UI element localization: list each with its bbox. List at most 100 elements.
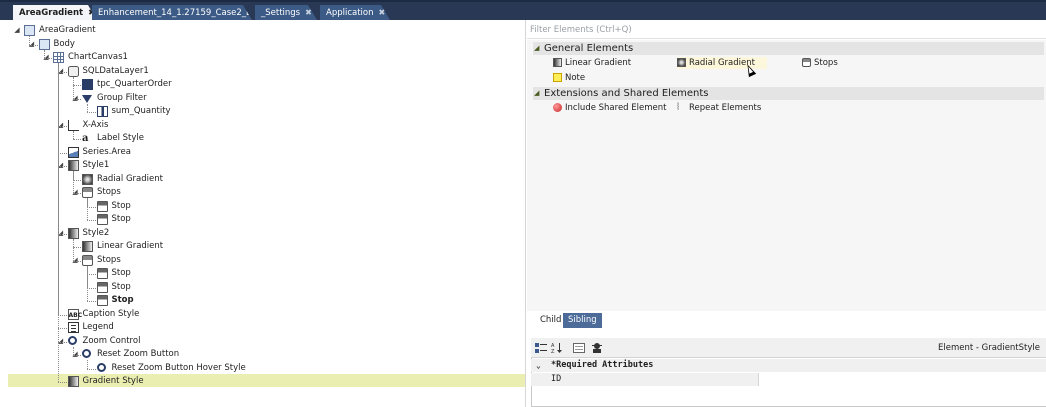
document-tab-strip: AreaGradient ✖ Enhancement_14_1.27159_Cas… xyxy=(0,0,1046,20)
label-icon: a xyxy=(82,133,89,144)
column-icon xyxy=(96,106,108,117)
tree-node-label: ChartCanvas1 xyxy=(68,52,128,62)
tree-connector-line xyxy=(87,274,96,275)
close-icon[interactable]: ✖ xyxy=(305,5,312,20)
tree-connector-line xyxy=(72,130,74,139)
alphabetical-sort-icon[interactable]: AZ xyxy=(551,342,563,355)
tree-connector-line xyxy=(87,112,96,113)
include-shared-element-icon xyxy=(553,103,562,112)
tree-connector-line xyxy=(87,198,88,220)
palette-item-linear-gradient[interactable]: Linear Gradient xyxy=(553,57,653,69)
radial-gradient-icon xyxy=(677,58,686,67)
tree-connector-line xyxy=(87,103,88,112)
wizard-icon[interactable] xyxy=(591,342,603,354)
tree-connector-line xyxy=(58,382,67,383)
palette-item-include-shared-element[interactable]: Include Shared Element xyxy=(553,102,666,114)
tree-connector-line xyxy=(58,233,67,235)
id-value-field[interactable] xyxy=(758,373,1046,386)
zoom-icon xyxy=(67,335,77,345)
tree-node-label: Style2 xyxy=(82,227,110,238)
palette-item-note[interactable]: Note xyxy=(553,72,603,84)
datasource-icon xyxy=(82,79,93,90)
group-header-extensions[interactable]: ◢ Extensions and Shared Elements xyxy=(533,87,1044,100)
linear-gradient-icon xyxy=(553,58,562,67)
filter-elements-input[interactable]: Filter Elements (Ctrl+Q) xyxy=(527,21,1046,39)
property-row-id: ID xyxy=(531,373,1046,386)
tree-connector-line xyxy=(43,49,45,58)
tab-child[interactable]: Child xyxy=(535,313,567,328)
grid-icon xyxy=(53,52,64,63)
required-attributes-section[interactable]: ⌄ *Required Attributes xyxy=(531,359,1046,372)
tab-settings[interactable]: _Settings ✖ xyxy=(255,5,317,20)
chevron-down-icon: ⌄ xyxy=(536,361,541,370)
tree-node-label: Radial Gradient xyxy=(97,173,163,184)
tab-enhancement[interactable]: Enhancement_14_1.27159_Case2_Bar✖ xyxy=(92,5,252,20)
palette-item-repeat-elements[interactable]: ⦚ Repeat Elements xyxy=(677,102,767,114)
tree-node-label: Stop xyxy=(111,295,134,305)
collapse-triangle-icon: ◢ xyxy=(534,44,540,52)
tree-node-label: Group Filter xyxy=(97,92,147,103)
tree-connector-line xyxy=(72,76,74,99)
area-icon xyxy=(67,146,79,158)
element-palette xyxy=(527,40,1046,311)
stop-icon xyxy=(96,295,108,306)
tree-node-label: SQLDataLayer1 xyxy=(82,65,149,76)
tree-node-label: X-Axis xyxy=(82,119,109,130)
tree-node-label: Label Style xyxy=(97,133,144,143)
tree-connector-line xyxy=(72,346,74,355)
tree-connector-line xyxy=(58,166,67,167)
tree-node-label: AreaGradient xyxy=(39,25,96,35)
element-type-title: Element - GradientStyle xyxy=(937,343,1040,353)
tree-connector-line xyxy=(87,301,96,302)
tab-sibling[interactable]: Sibling xyxy=(563,313,602,328)
tree-node-label: Reset Zoom Button Hover Style xyxy=(111,362,246,373)
tree-connector-line xyxy=(72,260,81,262)
gradient-icon xyxy=(82,241,93,252)
tree-connector-line xyxy=(87,220,96,221)
gradient-icon xyxy=(67,160,79,171)
tree-connector-line xyxy=(29,36,30,45)
database-icon xyxy=(67,65,79,77)
tree-connector-line xyxy=(58,314,67,316)
gradient-icon xyxy=(67,227,79,239)
collapse-triangle-icon: ◢ xyxy=(534,89,540,97)
tree-connector-line xyxy=(87,287,96,289)
svg-text:Z: Z xyxy=(551,349,555,354)
tree-connector-line xyxy=(58,341,67,343)
tree-connector-line xyxy=(29,44,38,46)
tab-application[interactable]: Application ✖ xyxy=(320,5,390,20)
tree-node-label: Stop xyxy=(111,268,131,278)
tree-connector-line xyxy=(72,238,74,261)
note-icon xyxy=(553,73,562,82)
property-pages-icon[interactable] xyxy=(573,342,585,354)
stop-icon xyxy=(96,214,108,225)
tree-node-label: tpc_QuarterOrder xyxy=(97,79,172,89)
tree-node-label: Stop xyxy=(111,214,131,224)
expand-triangle-icon[interactable]: ◢ xyxy=(13,24,21,37)
stop-icon xyxy=(96,281,108,293)
stops-icon xyxy=(82,254,93,266)
palette-item-stops[interactable]: Stops xyxy=(802,57,862,69)
tree-node-label: Stops xyxy=(97,254,121,265)
group-header-general[interactable]: ◢ General Elements xyxy=(533,42,1044,55)
close-icon[interactable]: ✖ xyxy=(379,5,386,20)
legend-icon xyxy=(67,322,79,333)
zoom-icon xyxy=(82,349,91,358)
tree-connector-line xyxy=(58,328,67,329)
tree-connector-line xyxy=(72,139,81,140)
tree-connector-line xyxy=(58,71,67,73)
tree-node-label: Series.Area xyxy=(82,146,131,157)
tree-connector-line xyxy=(72,355,81,356)
tree-node-label: Stop xyxy=(111,281,131,292)
caption-icon: ABC xyxy=(67,308,82,320)
filter-icon xyxy=(82,94,92,103)
categorized-view-icon[interactable] xyxy=(535,342,547,354)
tree-node-label: Stops xyxy=(97,187,121,197)
tree-node-label: Gradient Style xyxy=(82,376,144,386)
tree-connector-line xyxy=(58,125,67,127)
tree-connector-line xyxy=(58,63,59,382)
tree-connector-line xyxy=(72,98,81,100)
tree-connector-line xyxy=(72,193,81,194)
tab-areagradient[interactable]: AreaGradient ✖ xyxy=(13,5,97,20)
tree-node-label: Reset Zoom Button xyxy=(97,349,180,359)
